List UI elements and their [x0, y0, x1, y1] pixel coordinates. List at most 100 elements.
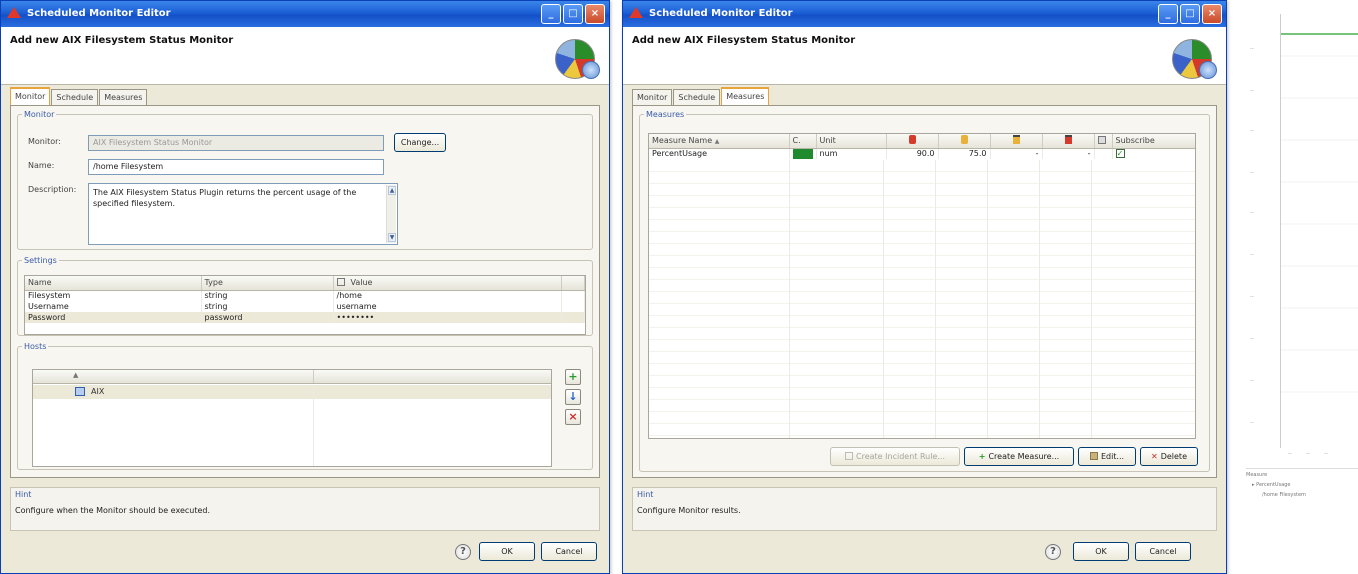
close-button[interactable]: × — [585, 4, 605, 24]
hint-label: Hint — [15, 490, 32, 499]
window-title: Scheduled Monitor Editor — [27, 8, 171, 19]
table-row[interactable]: Password password •••••••• — [25, 312, 585, 323]
hosts-table-header[interactable]: ▲ — [33, 370, 551, 384]
description-field[interactable]: The AIX Filesystem Status Plugin returns… — [88, 183, 398, 245]
hint-area: Hint Configure when the Monitor should b… — [10, 487, 600, 531]
help-icon[interactable]: ? — [1045, 544, 1061, 560]
table-row[interactable]: PercentUsage num 90.0 75.0 - - ✓ — [649, 148, 1195, 159]
tab-panel: Measures Measure Name ▲ C. Unit Subscrib… — [632, 105, 1217, 478]
maximize-button[interactable]: □ — [563, 4, 583, 24]
create-measure-button[interactable]: + Create Measure... — [964, 447, 1074, 466]
settings-col-type[interactable]: Type — [201, 276, 334, 291]
change-button[interactable]: Change... — [394, 133, 446, 152]
tab-schedule[interactable]: Schedule — [673, 89, 721, 105]
title-bar[interactable]: Scheduled Monitor Editor _ □ × — [623, 1, 1226, 27]
add-host-button[interactable]: + — [565, 369, 581, 385]
host-icon — [75, 387, 85, 396]
tab-bar: Monitor Schedule Measures — [632, 87, 770, 105]
monitor-group-legend: Monitor — [24, 110, 55, 119]
table-row[interactable]: Filesystem string /home — [25, 290, 585, 301]
severe-low-threshold-icon — [1064, 135, 1072, 145]
monitor-label: Monitor: — [28, 137, 61, 146]
hosts-group-legend: Hosts — [24, 342, 47, 351]
subscribe-checkbox[interactable]: ✓ — [1115, 149, 1125, 159]
scroll-down-icon[interactable]: ▼ — [388, 233, 396, 242]
measure-color-cell[interactable] — [789, 148, 817, 159]
monitor-editor-window-measures-tab: Scheduled Monitor Editor _ □ × Add new A… — [622, 0, 1227, 574]
hint-label: Hint — [637, 490, 654, 499]
minimize-button[interactable]: _ — [1158, 4, 1178, 24]
measures-col-unit[interactable]: Unit — [816, 134, 887, 149]
measure-color-swatch — [792, 148, 813, 159]
measures-col-severe-high[interactable] — [886, 134, 939, 149]
monitor-field: AIX Filesystem Status Monitor — [88, 135, 384, 151]
warning-high-threshold-icon — [960, 135, 968, 145]
create-incident-rule-button[interactable]: Create Incident Rule... — [830, 447, 960, 466]
settings-col-name[interactable]: Name — [25, 276, 202, 291]
plus-icon: + — [978, 452, 986, 461]
tab-panel: Monitor Monitor: AIX Filesystem Status M… — [10, 105, 600, 478]
tab-schedule[interactable]: Schedule — [51, 89, 99, 105]
measures-col-severe-low[interactable] — [1042, 134, 1095, 149]
delete-icon: ✕ — [1151, 452, 1158, 461]
window-title: Scheduled Monitor Editor — [649, 8, 793, 19]
remove-host-button[interactable]: × — [565, 409, 581, 425]
ok-button[interactable]: OK — [1073, 542, 1129, 561]
settings-table-box: Name Type Value Filesystem string /home — [24, 275, 586, 335]
edit-button[interactable]: Edit... — [1078, 447, 1136, 466]
settings-group: Settings Name Type Value Filesystem stri… — [17, 256, 593, 336]
measures-col-subscribe[interactable]: Subscribe — [1112, 134, 1195, 149]
app-icon — [629, 7, 643, 18]
measures-col-warning-high[interactable] — [938, 134, 991, 149]
close-button[interactable]: × — [1202, 4, 1222, 24]
monitor-editor-window-monitor-tab: Scheduled Monitor Editor _ □ × Add new A… — [0, 0, 610, 574]
name-field[interactable]: /home Filesystem — [88, 159, 384, 175]
chart-legend-subitem[interactable]: /home Filesystem — [1262, 492, 1306, 498]
edit-host-button[interactable]: ↓ — [565, 389, 581, 405]
chart-legend-item[interactable]: ▸ PercentUsage — [1252, 482, 1291, 488]
hint-text: Configure Monitor results. — [637, 506, 741, 515]
measures-col-color[interactable]: C. — [789, 134, 817, 149]
description-label: Description: — [28, 185, 77, 194]
measures-col-calc[interactable] — [1094, 134, 1113, 149]
measures-table: Measure Name ▲ C. Unit Subscribe Percent… — [649, 134, 1195, 159]
cancel-button[interactable]: Cancel — [541, 542, 597, 561]
measures-group-legend: Measures — [646, 110, 685, 119]
maximize-button[interactable]: □ — [1180, 4, 1200, 24]
help-icon[interactable]: ? — [455, 544, 471, 560]
tab-measures[interactable]: Measures — [721, 87, 770, 105]
globe-icon — [1199, 61, 1217, 79]
sort-ascending-icon: ▲ — [714, 138, 720, 146]
hint-area: Hint Configure Monitor results. — [632, 487, 1217, 531]
settings-group-legend: Settings — [24, 256, 57, 265]
title-bar[interactable]: Scheduled Monitor Editor _ □ × — [1, 1, 609, 27]
incident-icon — [845, 452, 854, 460]
tab-measures[interactable]: Measures — [99, 89, 148, 105]
chart-legend-header: Measure — [1246, 472, 1268, 478]
dialog-header: Add new AIX Filesystem Status Monitor — [623, 27, 1226, 85]
cancel-button[interactable]: Cancel — [1135, 542, 1191, 561]
delete-button[interactable]: ✕ Delete — [1140, 447, 1198, 466]
table-row[interactable]: Username string username — [25, 301, 585, 312]
chart-plot-area[interactable] — [1280, 14, 1358, 448]
measures-col-warning-low[interactable] — [990, 134, 1043, 149]
description-scrollbar[interactable]: ▲ ▼ — [386, 185, 396, 243]
tab-monitor[interactable]: Monitor — [10, 87, 51, 105]
list-item[interactable]: AIX — [33, 385, 551, 399]
edit-icon — [1089, 452, 1098, 460]
subscribe-cell[interactable]: ✓ — [1112, 148, 1195, 159]
dialog-header: Add new AIX Filesystem Status Monitor — [1, 27, 609, 85]
minimize-button[interactable]: _ — [541, 4, 561, 24]
tab-monitor[interactable]: Monitor — [632, 89, 673, 105]
ok-button[interactable]: OK — [479, 542, 535, 561]
chart-svg — [1281, 33, 1358, 393]
settings-col-value[interactable]: Value — [333, 276, 562, 291]
scroll-up-icon[interactable]: ▲ — [388, 186, 396, 195]
measures-col-name[interactable]: Measure Name ▲ — [649, 134, 790, 149]
hint-text: Configure when the Monitor should be exe… — [15, 506, 211, 515]
settings-table: Name Type Value Filesystem string /home — [25, 276, 585, 323]
measure-chart-panel: -- -- -- -- -- -- -- -- -- -- -- -- -- M… — [1236, 0, 1358, 574]
warning-low-threshold-icon — [1012, 135, 1020, 145]
globe-icon — [582, 61, 600, 79]
dialog-title: Add new AIX Filesystem Status Monitor — [632, 35, 856, 46]
